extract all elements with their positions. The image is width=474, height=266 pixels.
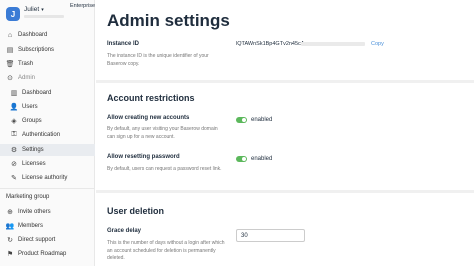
section-divider xyxy=(96,190,474,193)
flag-icon: ⚑ xyxy=(6,251,14,258)
sidebar-item-label: Subscriptions xyxy=(18,47,55,53)
license-icon: ⊘ xyxy=(11,161,17,168)
subscriptions-icon: ▤ xyxy=(6,47,14,54)
grace-delay-description: This is the number of days without a log… xyxy=(107,240,225,261)
sidebar-item-users[interactable]: 👤 Users xyxy=(0,101,95,113)
sidebar-item-label: Trash xyxy=(18,61,34,67)
chevron-down-icon[interactable]: ▾ xyxy=(41,7,44,13)
sidebar-item-label: Authentication xyxy=(22,132,61,138)
sidebar-item-label: Settings xyxy=(22,147,44,153)
section-title-user-deletion: User deletion xyxy=(107,206,165,216)
sidebar-item-label: Invite others xyxy=(18,209,51,215)
sidebar-item-label: Dashboard xyxy=(22,90,52,96)
allow-reset-password-description: By default, users can request a password… xyxy=(107,166,222,172)
avatar[interactable]: J xyxy=(6,7,20,21)
sidebar-item-label: Users xyxy=(22,104,38,110)
instance-id-label: Instance ID xyxy=(107,41,140,47)
copy-button[interactable]: Copy xyxy=(371,41,384,47)
instance-id-value: lQTAWnSk1Bp4GTv2n45cA xyxy=(236,41,305,47)
grace-delay-label: Grace delay xyxy=(107,228,142,234)
user-menu[interactable]: J Juliet ▾ xyxy=(6,5,44,23)
allow-reset-password-toggle-row[interactable]: enabled xyxy=(236,156,272,162)
sidebar-item-dashboard[interactable]: ⌂ Dashboard xyxy=(0,29,95,41)
sidebar-item-admin-dashboard[interactable]: ▥ Dashboard xyxy=(0,87,95,99)
sidebar-item-trash[interactable]: 🗑 Trash xyxy=(0,58,95,70)
allow-new-accounts-toggle[interactable] xyxy=(236,117,247,123)
sidebar-item-groups[interactable]: ◈ Groups xyxy=(0,115,95,127)
trash-icon: 🗑 xyxy=(5,61,15,68)
user-email-redacted xyxy=(24,15,64,18)
sidebar-item-support[interactable]: ↻ Direct support xyxy=(0,234,95,246)
certificate-icon: ✎ xyxy=(11,175,17,182)
page-title: Admin settings xyxy=(107,11,230,30)
toggle-knob xyxy=(242,157,246,161)
chart-icon: ▥ xyxy=(10,90,18,97)
sidebar-item-label: Product Roadmap xyxy=(18,251,67,257)
sidebar-item-admin[interactable]: ⊙ Admin xyxy=(0,72,95,84)
grace-delay-input[interactable]: 30 xyxy=(236,229,305,242)
sidebar-item-label: Dashboard xyxy=(18,32,48,38)
allow-reset-password-label: Allow resetting password xyxy=(107,154,180,160)
divider xyxy=(0,188,95,189)
toggle-knob xyxy=(242,118,246,122)
sidebar-item-label: Licenses xyxy=(22,161,46,167)
sidebar-item-license-authority[interactable]: ✎ License authority xyxy=(0,172,95,184)
gear-icon: ⚙ xyxy=(10,147,18,154)
sidebar-item-settings[interactable]: ⚙ Settings xyxy=(0,144,95,156)
support-icon: ↻ xyxy=(7,237,13,244)
enterprise-badge: Enterprise xyxy=(70,3,96,9)
user-name[interactable]: Juliet ▾ xyxy=(24,6,44,13)
allow-reset-password-toggle[interactable] xyxy=(236,156,247,162)
sidebar-item-authentication[interactable]: ⚿ Authentication xyxy=(0,129,95,141)
allow-reset-password-status: enabled xyxy=(251,156,273,162)
allow-new-accounts-toggle-row[interactable]: enabled xyxy=(236,117,272,123)
instance-id-redacted xyxy=(301,42,365,46)
sidebar-item-licenses[interactable]: ⊘ Licenses xyxy=(0,158,95,170)
members-icon: 👥 xyxy=(5,223,15,230)
admin-icon: ⊙ xyxy=(7,75,13,82)
instance-id-description: The instance ID is the unique identifier… xyxy=(107,53,209,67)
main-content: Admin settings Instance ID The instance … xyxy=(96,0,474,266)
workspace-title: Marketing group xyxy=(6,194,50,200)
sidebar-item-invite[interactable]: ⊕ Invite others xyxy=(0,206,95,218)
allow-new-accounts-description: By default, any user visiting your Baser… xyxy=(107,126,218,140)
section-divider xyxy=(96,80,474,83)
user-name-text: Juliet xyxy=(24,6,40,13)
dashboard-icon: ⌂ xyxy=(7,31,13,39)
sidebar-item-label: Admin xyxy=(18,75,36,81)
sidebar-item-label: License authority xyxy=(22,175,68,181)
allow-new-accounts-status: enabled xyxy=(251,117,273,123)
sidebar-item-label: Members xyxy=(18,223,44,229)
user-icon: 👤 xyxy=(9,104,19,111)
grace-delay-value: 30 xyxy=(241,232,248,239)
sidebar-item-subscriptions[interactable]: ▤ Subscriptions xyxy=(0,44,95,56)
sidebar-item-label: Direct support xyxy=(18,237,56,243)
groups-icon: ◈ xyxy=(11,118,17,125)
sidebar-item-members[interactable]: 👥 Members xyxy=(0,220,95,232)
section-title-account-restrictions: Account restrictions xyxy=(107,93,195,103)
plus-icon: ⊕ xyxy=(7,209,13,216)
sidebar-item-roadmap[interactable]: ⚑ Product Roadmap xyxy=(0,248,95,260)
sidebar-item-label: Groups xyxy=(22,118,42,124)
key-icon: ⚿ xyxy=(11,131,17,138)
sidebar: J Juliet ▾ Enterprise ⌂ Dashboard ▤ Subscri… xyxy=(0,0,95,266)
allow-new-accounts-label: Allow creating new accounts xyxy=(107,115,190,121)
